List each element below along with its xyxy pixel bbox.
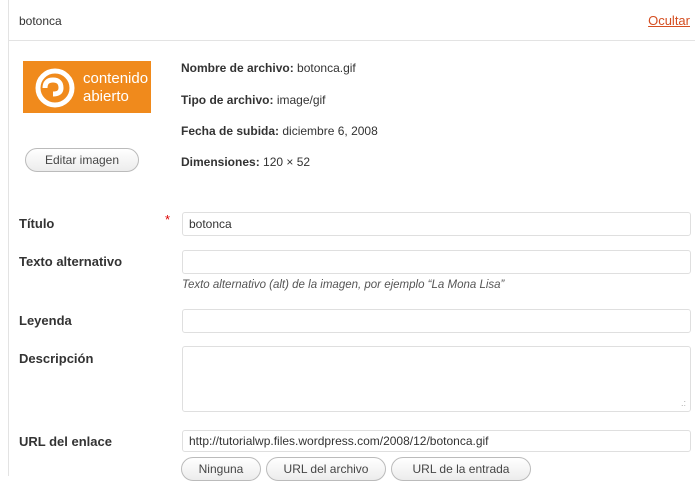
required-asterisk: * — [165, 212, 171, 227]
url-none-button[interactable]: Ninguna — [181, 457, 261, 481]
meta-upload-date: Fecha de subida: diciembre 6, 2008 — [181, 124, 378, 138]
description-label: Descripción — [19, 351, 94, 366]
alt-text-help: Texto alternativo (alt) de la imagen, po… — [182, 279, 505, 291]
logo-text-line1: contenido — [83, 70, 149, 87]
logo-text-line2: abierto — [83, 88, 129, 105]
meta-filetype: Tipo de archivo: image/gif — [181, 93, 326, 107]
contenido-abierto-logo-icon — [35, 68, 75, 108]
caption-label: Leyenda — [19, 313, 72, 328]
link-url-input[interactable]: http://tutorialwp.files.wordpress.com/20… — [182, 430, 691, 452]
meta-filetype-value: image/gif — [276, 93, 326, 107]
alt-text-input[interactable] — [182, 250, 691, 274]
meta-filetype-label: Tipo de archivo: — [181, 93, 274, 107]
media-filename-title: botonca — [19, 14, 62, 28]
media-item-header: botonca Ocultar — [9, 0, 695, 41]
meta-dimensions-value: 120 × 52 — [263, 155, 311, 169]
title-label: Título — [19, 216, 55, 231]
meta-dimensions-label: Dimensiones: — [181, 155, 260, 169]
url-file-button[interactable]: URL del archivo — [266, 457, 386, 481]
url-post-button[interactable]: URL de la entrada — [391, 457, 531, 481]
edit-image-button[interactable]: Editar imagen — [25, 148, 139, 172]
link-url-label: URL del enlace — [19, 434, 112, 449]
hide-link[interactable]: Ocultar — [648, 13, 690, 28]
image-thumbnail: contenido abierto — [23, 61, 151, 113]
meta-dimensions: Dimensiones: 120 × 52 — [181, 155, 310, 169]
meta-upload-date-value: diciembre 6, 2008 — [282, 124, 378, 138]
resize-handle-icon[interactable]: .: — [681, 399, 686, 408]
title-input[interactable]: botonca — [182, 212, 691, 236]
caption-input[interactable] — [182, 309, 691, 333]
meta-filename-value: botonca.gif — [297, 61, 356, 75]
meta-filename: Nombre de archivo: botonca.gif — [181, 61, 356, 75]
description-textarea[interactable]: .: — [182, 346, 691, 412]
meta-filename-label: Nombre de archivo: — [181, 61, 294, 75]
media-item-panel: botonca Ocultar contenido abierto Editar… — [8, 0, 695, 481]
meta-upload-date-label: Fecha de subida: — [181, 124, 280, 138]
alt-text-label: Texto alternativo — [19, 254, 123, 269]
